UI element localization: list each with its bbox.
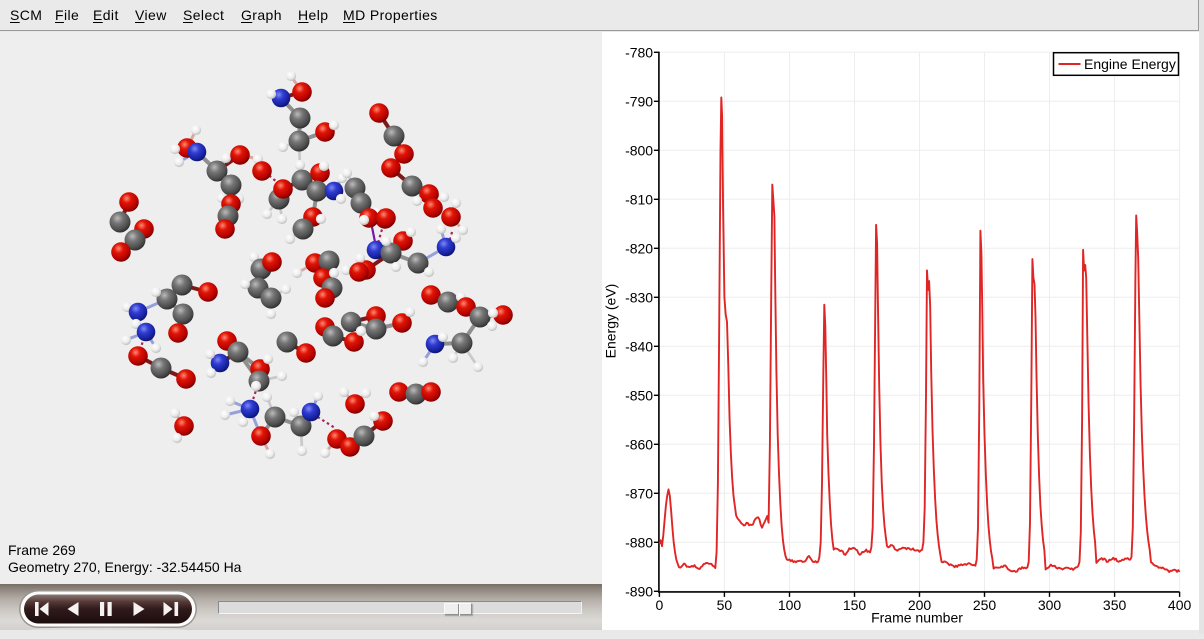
svg-text:Energy (eV): Energy (eV) [603,284,619,359]
svg-text:400: 400 [1168,597,1192,613]
svg-text:-890: -890 [625,583,653,599]
svg-text:-850: -850 [625,387,653,403]
svg-text:-830: -830 [625,289,653,305]
svg-text:50: 50 [717,597,733,613]
svg-text:Engine Energy: Engine Energy [1084,56,1176,72]
svg-text:100: 100 [778,597,802,613]
svg-text:-840: -840 [625,338,653,354]
svg-text:-820: -820 [625,240,653,256]
svg-text:-810: -810 [625,191,653,207]
svg-text:150: 150 [843,597,867,613]
svg-text:-800: -800 [625,142,653,158]
svg-text:300: 300 [1038,597,1062,613]
svg-text:-870: -870 [625,485,653,501]
svg-text:-860: -860 [625,436,653,452]
svg-text:250: 250 [973,597,997,613]
svg-text:350: 350 [1103,597,1127,613]
svg-text:-790: -790 [625,93,653,109]
svg-text:Frame number: Frame number [871,610,963,626]
svg-text:-880: -880 [625,534,653,550]
svg-text:-780: -780 [625,44,653,60]
svg-text:0: 0 [656,597,664,613]
